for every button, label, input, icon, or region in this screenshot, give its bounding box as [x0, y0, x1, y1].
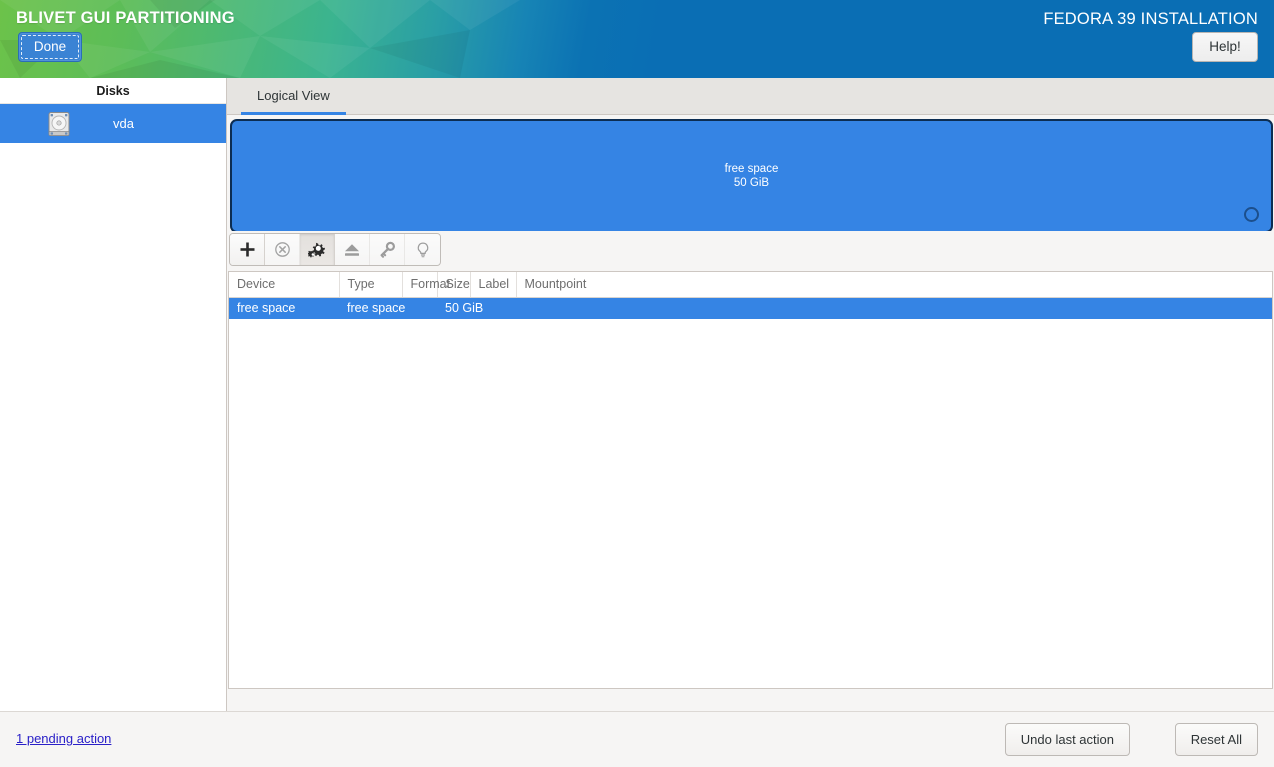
done-button[interactable]: Done: [18, 32, 82, 62]
hard-drive-icon: [46, 111, 72, 137]
cell-mountpoint: [516, 297, 1272, 319]
viz-block-size: 50 GiB: [733, 177, 770, 189]
plus-icon: [239, 241, 256, 258]
tab-logical-view[interactable]: Logical View: [241, 78, 346, 115]
undo-last-action-button[interactable]: Undo last action: [1004, 723, 1130, 756]
view-tabbar: Logical View: [227, 78, 1274, 115]
help-button[interactable]: Help!: [1192, 32, 1258, 62]
device-table: Device Type Format Size Label Mountpoint…: [228, 271, 1273, 689]
toolbar-button-group: [229, 233, 441, 266]
sidebar-item-vda[interactable]: vda: [0, 104, 226, 143]
delete-partition-button[interactable]: [265, 234, 300, 265]
lightbulb-icon: [414, 241, 432, 259]
reset-all-button[interactable]: Reset All: [1174, 723, 1258, 756]
info-button[interactable]: [405, 234, 440, 265]
table-header-row: Device Type Format Size Label Mountpoint: [229, 272, 1272, 298]
installation-label: FEDORA 39 INSTALLATION: [1043, 10, 1258, 28]
cell-format: [402, 297, 437, 319]
main-panel: Logical View free space 50 GiB Device Ty…: [227, 78, 1274, 711]
cell-type: free space: [339, 297, 405, 319]
decrypt-button[interactable]: [370, 234, 405, 265]
column-header-format[interactable]: Format: [402, 272, 450, 298]
key-icon: [378, 241, 396, 259]
column-header-mountpoint[interactable]: Mountpoint: [516, 272, 1272, 298]
viz-block-text: free space 50 GiB: [725, 162, 779, 190]
partition-toolbar: [227, 231, 1274, 269]
column-header-label[interactable]: Label: [470, 272, 517, 298]
viz-block-name: free space: [724, 163, 779, 175]
resize-grip-handle[interactable]: [1244, 207, 1259, 222]
unmount-button[interactable]: [335, 234, 370, 265]
partition-visualization-area: free space 50 GiB: [227, 115, 1274, 233]
add-partition-button[interactable]: [230, 234, 265, 265]
circle-x-icon: [274, 241, 291, 258]
table-row[interactable]: free space free space 50 GiB: [229, 297, 1272, 319]
sidebar-item-label: vda: [113, 116, 134, 131]
gears-icon: [308, 241, 326, 259]
eject-icon: [343, 242, 361, 258]
footer-bar: 1 pending action Undo last action Reset …: [0, 711, 1274, 767]
disks-sidebar: Disks vda: [0, 78, 227, 711]
page-title: BLIVET GUI PARTITIONING: [16, 9, 235, 27]
edit-partition-button[interactable]: [300, 234, 335, 265]
app-header: BLIVET GUI PARTITIONING Done FEDORA 39 I…: [0, 0, 1274, 78]
body-area: Disks vda Logical View free space 50 GiB…: [0, 78, 1274, 711]
cell-size: 50 GiB: [437, 297, 483, 319]
pending-actions-link[interactable]: 1 pending action: [16, 731, 111, 746]
cell-device: free space: [229, 297, 339, 319]
column-header-type[interactable]: Type: [339, 272, 403, 298]
disks-heading: Disks: [0, 78, 226, 104]
viz-block-free-space[interactable]: free space 50 GiB: [230, 119, 1273, 233]
column-header-device[interactable]: Device: [229, 272, 340, 298]
